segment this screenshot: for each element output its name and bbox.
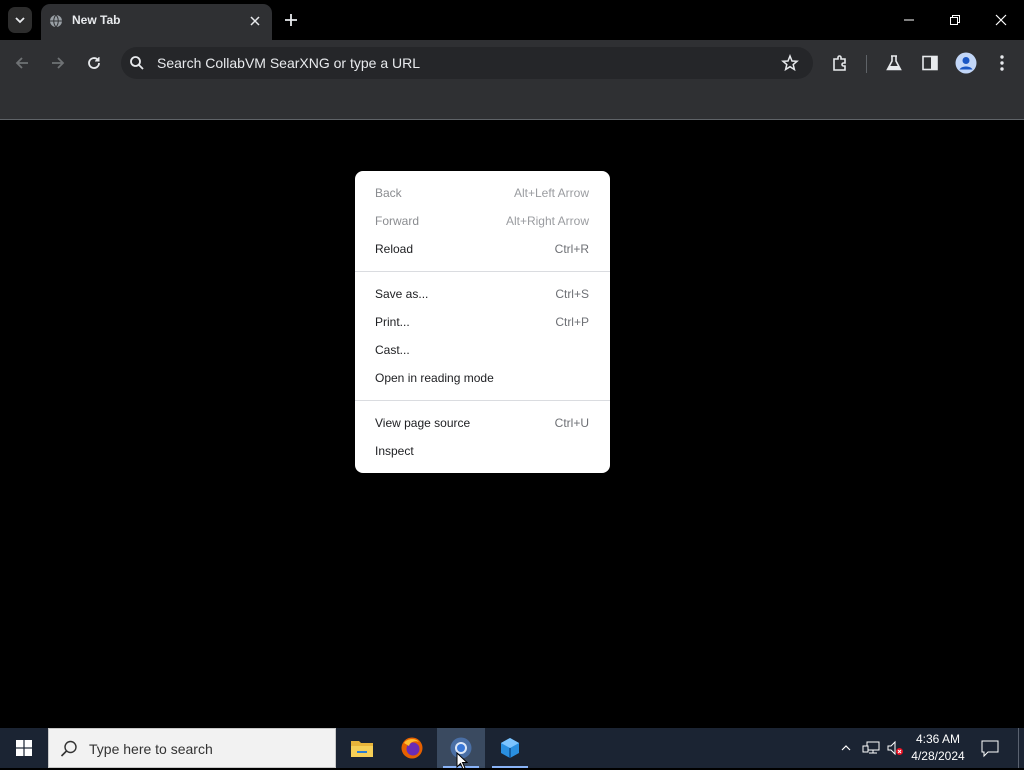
chevron-down-icon: [15, 17, 25, 24]
tab-strip: New Tab: [0, 0, 1024, 40]
side-panel-button[interactable]: [917, 50, 943, 76]
chevron-up-icon: [841, 745, 851, 751]
menu-item-shortcut: Alt+Left Arrow: [513, 186, 589, 200]
firefox-app[interactable]: [388, 728, 436, 768]
plus-icon: [285, 14, 297, 26]
menu-item-cast[interactable]: Cast...: [355, 336, 610, 364]
file-explorer-app[interactable]: [338, 728, 386, 768]
context-menu: Back Alt+Left Arrow Forward Alt+Right Ar…: [355, 171, 610, 473]
menu-item-label: Back: [375, 186, 402, 200]
menu-item-shortcut: Ctrl+S: [555, 287, 589, 301]
tab-new-tab[interactable]: New Tab: [41, 4, 272, 40]
globe-icon: [50, 14, 62, 28]
puzzle-icon: [833, 55, 846, 71]
menu-divider: [355, 271, 610, 272]
menu-item-save-as[interactable]: Save as... Ctrl+S: [355, 280, 610, 308]
notifications-button[interactable]: [980, 738, 1002, 758]
menu-item-label: Open in reading mode: [375, 371, 494, 385]
mouse-cursor-icon: [456, 752, 468, 770]
windows-logo-icon: [16, 740, 32, 756]
close-tab-button[interactable]: [246, 12, 264, 30]
folder-icon: [351, 741, 373, 757]
menu-item-label: Inspect: [375, 444, 414, 458]
menu-item-print[interactable]: Print... Ctrl+P: [355, 308, 610, 336]
close-icon: [995, 14, 1007, 26]
bookmarks-bar: [0, 86, 1024, 120]
menu-item-view-source[interactable]: View page source Ctrl+U: [355, 409, 610, 437]
show-desktop-button[interactable]: [1018, 728, 1024, 768]
close-window-button[interactable]: [978, 0, 1024, 40]
volume-muted-icon: [887, 740, 903, 756]
menu-item-label: Save as...: [375, 287, 429, 301]
browser-window: New Tab Search CollabVM SearXNG or type …: [0, 0, 1024, 728]
side-panel-icon: [922, 55, 938, 71]
minimize-button[interactable]: [886, 0, 932, 40]
show-hidden-icons-button[interactable]: [836, 738, 856, 758]
menu-item-label: Cast...: [375, 343, 410, 357]
profile-button[interactable]: [953, 50, 979, 76]
menu-item-shortcut: Ctrl+U: [554, 416, 589, 430]
omnibox-placeholder: Search CollabVM SearXNG or type a URL: [157, 55, 420, 71]
taskbar-search[interactable]: Type here to search: [48, 728, 336, 768]
menu-item-label: View page source: [375, 416, 471, 430]
tab-search-button[interactable]: [8, 7, 32, 33]
pinned-app[interactable]: [486, 728, 534, 768]
reload-icon: [88, 57, 100, 69]
toolbar: Search CollabVM SearXNG or type a URL: [0, 40, 1024, 86]
menu-item-label: Print...: [375, 315, 410, 329]
avatar-icon: [955, 52, 977, 74]
labs-button[interactable]: [881, 50, 907, 76]
volume-button[interactable]: [885, 738, 905, 758]
arrow-right-icon: [52, 57, 65, 69]
search-icon: [60, 740, 77, 757]
clock-date: 4/28/2024: [911, 749, 965, 763]
forward-button[interactable]: [45, 50, 71, 76]
menu-item-reload[interactable]: Reload Ctrl+R: [355, 235, 610, 263]
menu-item-inspect[interactable]: Inspect: [355, 437, 610, 465]
start-button[interactable]: [0, 728, 48, 768]
clock-time: 4:36 AM: [915, 732, 961, 746]
restore-icon: [950, 15, 960, 25]
arrow-left-icon: [15, 57, 28, 69]
menu-item-label: Reload: [375, 242, 414, 256]
notification-icon: [981, 740, 999, 758]
search-icon: [130, 56, 144, 70]
minimize-icon: [904, 19, 914, 21]
menu-item-shortcut: Ctrl+R: [554, 242, 589, 256]
clock[interactable]: 4:36 AM 4/28/2024: [904, 731, 972, 765]
menu-item-label: Forward: [375, 214, 420, 228]
tab-title: New Tab: [72, 13, 121, 27]
app-cube-icon: [501, 738, 519, 758]
extensions-button[interactable]: [827, 50, 853, 76]
menu-button[interactable]: [989, 50, 1015, 76]
more-vertical-icon: [1000, 55, 1004, 71]
network-icon: [862, 741, 880, 754]
close-icon: [250, 16, 260, 26]
reload-button[interactable]: [81, 50, 107, 76]
taskbar: Type here to search 4:36 AM 4/28/2024: [0, 728, 1024, 768]
omnibox[interactable]: Search CollabVM SearXNG or type a URL: [121, 47, 813, 79]
menu-item-shortcut: Ctrl+P: [555, 315, 589, 329]
new-tab-button[interactable]: [280, 9, 302, 31]
menu-item-reading-mode[interactable]: Open in reading mode: [355, 364, 610, 392]
menu-item-forward[interactable]: Forward Alt+Right Arrow: [355, 207, 610, 235]
taskbar-search-placeholder: Type here to search: [89, 741, 213, 757]
network-button[interactable]: [861, 738, 881, 758]
restore-button[interactable]: [932, 0, 978, 40]
menu-item-back[interactable]: Back Alt+Left Arrow: [355, 179, 610, 207]
star-icon[interactable]: [781, 54, 799, 72]
firefox-icon: [401, 737, 423, 759]
toolbar-divider: [866, 55, 867, 73]
menu-divider: [355, 400, 610, 401]
menu-item-shortcut: Alt+Right Arrow: [505, 214, 589, 228]
flask-icon: [886, 55, 902, 71]
back-button[interactable]: [9, 50, 35, 76]
